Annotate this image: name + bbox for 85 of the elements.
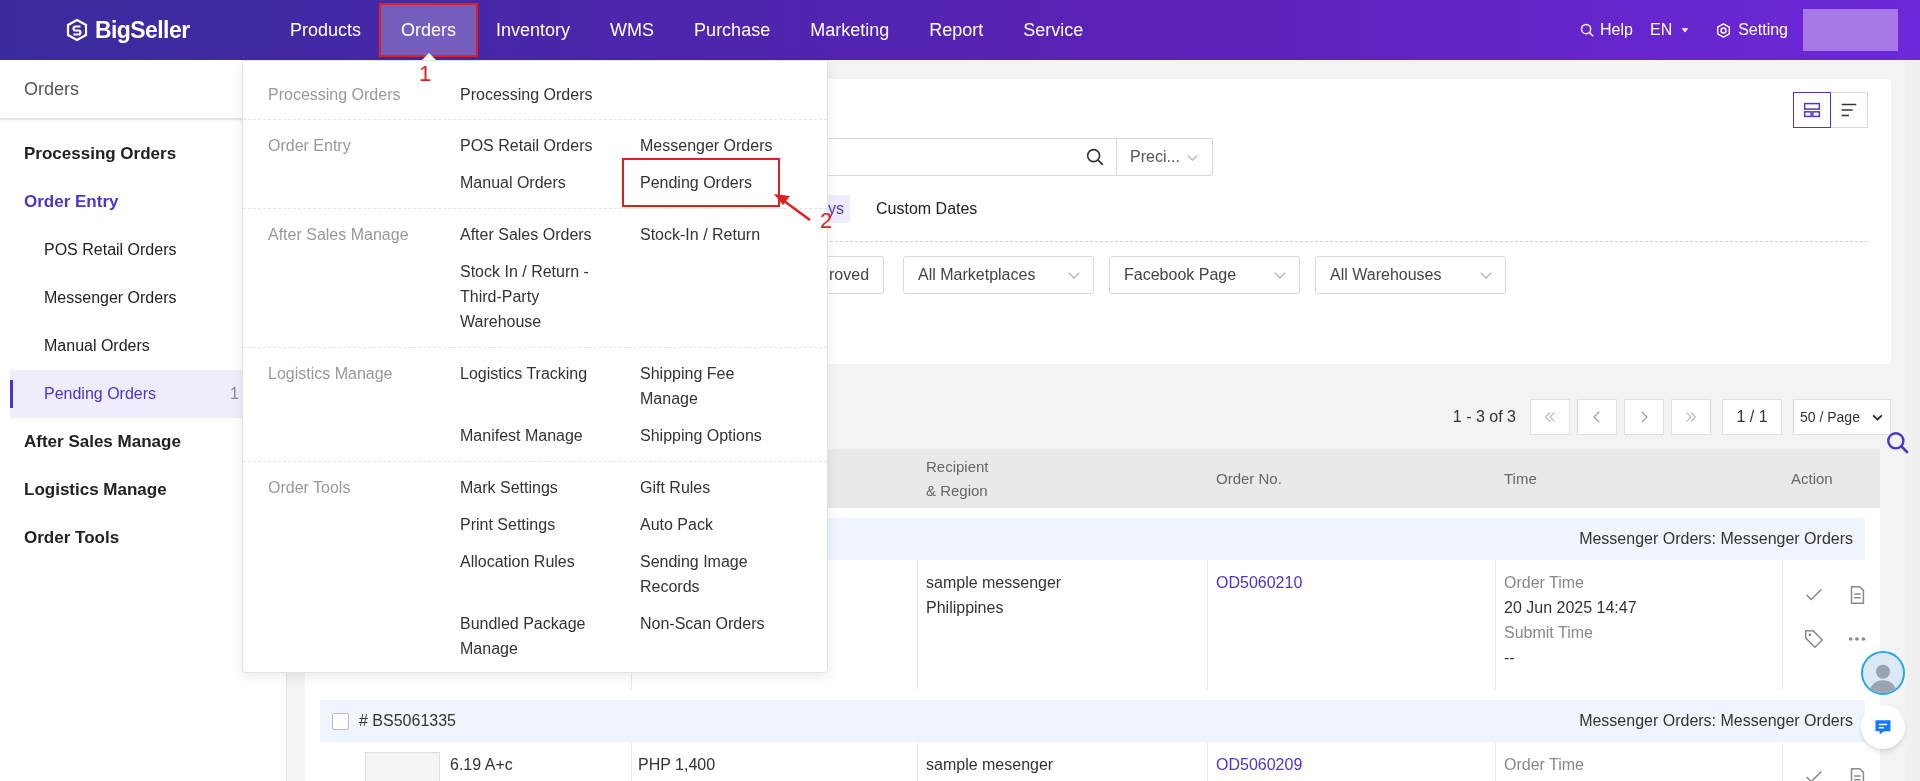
menu-item[interactable]: Shipping Options [640,423,780,448]
page-number-field[interactable]: 1 / 1 [1722,399,1782,435]
sidebar-item-label: Order Tools [24,527,120,550]
menu-item[interactable]: Pending Orders [640,170,780,195]
chat-icon [1873,717,1893,737]
column-header: Recipient [926,456,990,477]
order-number-link[interactable]: OD5060209 [1216,756,1303,773]
nav-menu-item[interactable]: Inventory [476,5,591,55]
time-label: Submit Time [1504,623,1593,643]
settings-icon [1715,21,1733,39]
page-size-select[interactable]: 50 / Page [1793,399,1891,435]
menu-item[interactable]: Messenger Orders [640,133,780,158]
nav-menu-item[interactable]: Products [270,5,382,55]
menu-item[interactable]: Allocation Rules [460,549,630,574]
menu-item[interactable]: After Sales Orders [460,222,630,247]
column-header: & Region [926,480,989,501]
item-count: 1 [230,384,239,404]
nav-menu-item[interactable]: Purchase [674,5,791,55]
menu-group-label: After Sales Manage [268,226,409,243]
nav-menu-item[interactable]: Marketing [790,5,910,55]
sidebar-item-label: Order Entry [24,191,119,214]
caret-icon [1680,25,1691,35]
order-number-link[interactable]: OD5060210 [1216,574,1303,591]
menu-item[interactable]: Manual Orders [460,170,630,195]
filter-select[interactable]: Facebook Page [1109,256,1301,294]
menu-item[interactable]: Stock-In / Return [640,222,780,247]
recipient-name: sample mesenger [926,755,1054,775]
search-icon [1084,146,1106,168]
menu-item[interactable]: Bundled Package Manage [460,611,630,661]
sidebar-item-label: Manual Orders [44,336,150,356]
sidebar-item-label: After Sales Manage [24,431,181,454]
order-time: 20 Jun 2025 14:47 [1504,598,1637,618]
submit-time: -- [1504,648,1515,668]
menu-item[interactable]: Gift Rules [640,475,780,500]
settings-link[interactable]: Setting [1715,18,1788,42]
column-header: Time [1504,468,1538,489]
selection-bar [10,380,13,408]
language-selector[interactable]: EN [1649,18,1691,42]
search-icon[interactable] [1885,430,1911,456]
logo-icon [65,18,89,42]
menu-group-label: Order Entry [268,137,351,154]
time-label: Order Time [1504,755,1584,775]
menu-item[interactable]: POS Retail Orders [460,133,630,158]
nav-menu-item[interactable]: WMS [590,5,675,55]
order-id: # BS5061335 [359,711,456,731]
tag-icon[interactable] [1803,628,1825,650]
menu-item[interactable]: Logistics Tracking [460,361,630,386]
logo-text: BigSeller [95,15,190,45]
sidebar-title: Orders [24,77,79,101]
card-view-toggle[interactable] [1793,92,1831,128]
chat-button[interactable] [1861,705,1905,749]
order-source: Messenger Orders: Messenger Orders [1579,711,1853,731]
nav-menu-item[interactable]: Orders [381,5,477,55]
menu-group-label: Processing Orders [268,86,401,103]
product-name: 6.19 A+c [450,755,513,775]
menu-item[interactable]: Shipping Fee Manage [640,361,780,411]
checkbox[interactable] [332,712,349,730]
sidebar-item-label: Messenger Orders [44,288,177,308]
recipient-region: Philippines [926,598,1004,618]
menu-item[interactable]: Stock In / Return - Third-Party Warehouse [460,259,595,334]
order-price: PHP 1,400 [638,756,716,773]
filter-select[interactable]: All Warehouses [1315,256,1507,294]
menu-item[interactable]: Auto Pack [640,512,780,537]
menu-group-label: Order Tools [268,479,351,496]
order-source: Messenger Orders: Messenger Orders [1579,529,1853,549]
column-header: Order No. [1216,468,1283,489]
menu-item[interactable]: Non-Scan Orders [640,611,780,636]
nav-menu-item[interactable]: Report [909,5,1004,55]
nav-menu-item[interactable]: Service [1003,5,1104,55]
help-link[interactable]: Help [1579,18,1633,42]
sidebar-item-label: Pending Orders [44,384,157,404]
menu-item[interactable]: Manifest Manage [460,423,630,448]
filter-select[interactable]: All Marketplaces [903,256,1095,294]
recipient-name: sample messenger [926,573,1062,593]
time-label: Order Time [1504,573,1584,593]
column-header: Action [1791,468,1834,489]
annotation-number: 1 [419,63,432,85]
pagination-summary: 1 - 3 of 3 [1452,407,1516,427]
list-view-toggle[interactable] [1830,92,1868,128]
menu-item[interactable]: Sending Image Records [640,549,780,599]
match-mode-select[interactable]: Preci... [1117,138,1213,176]
menu-item[interactable]: Mark Settings [460,475,630,500]
menu-item[interactable]: Print Settings [460,512,630,537]
menu-item[interactable]: Processing Orders [460,82,630,107]
date-range-tab[interactable]: Custom Dates [870,195,984,223]
